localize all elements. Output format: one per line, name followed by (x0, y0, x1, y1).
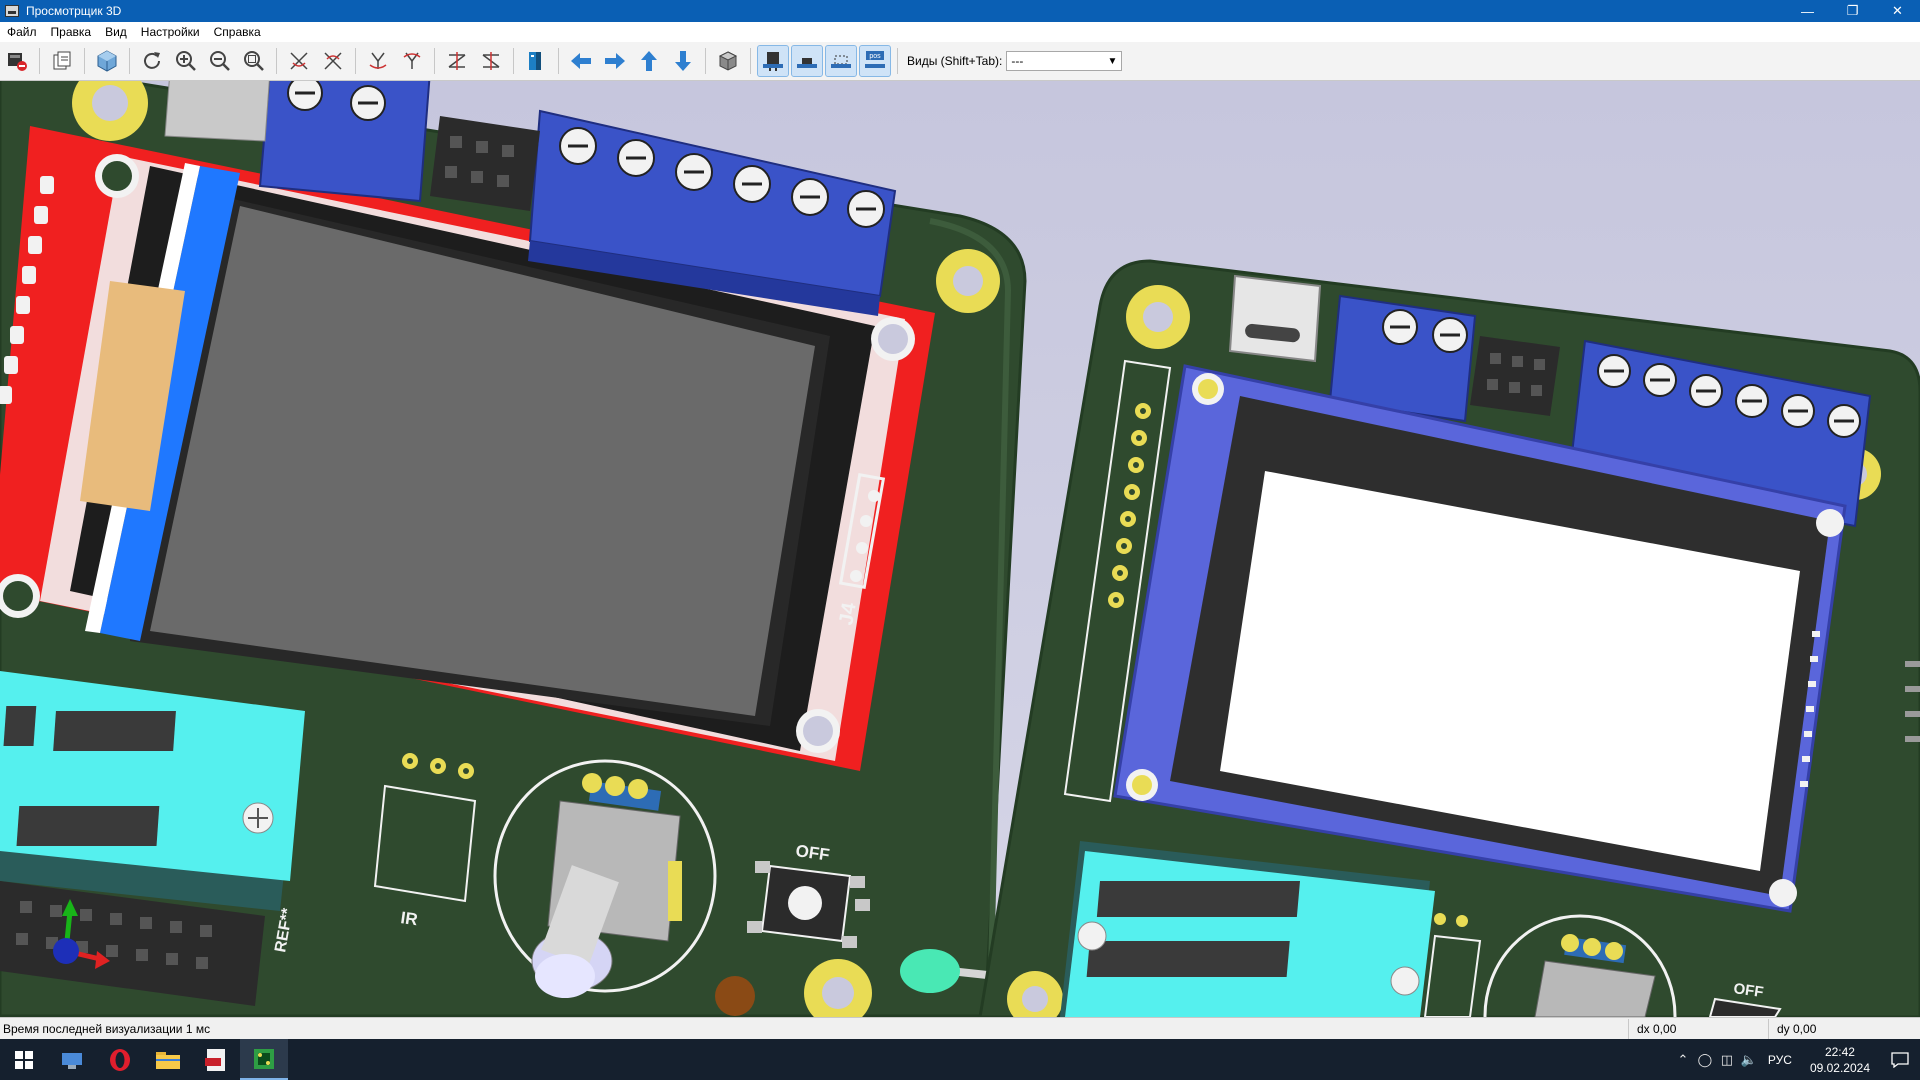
network-icon[interactable]: ◫ (1716, 1039, 1738, 1080)
restore-button[interactable]: ❐ (1830, 0, 1875, 22)
rotate-y-ccw-icon[interactable] (397, 46, 427, 76)
clock-date: 09.02.2024 (1809, 1060, 1870, 1075)
reload-board-icon[interactable] (2, 46, 32, 76)
zif-socket-left (0, 671, 305, 911)
zoom-fit-icon[interactable] (239, 46, 269, 76)
window-title: Просмотрщик 3D (26, 4, 122, 18)
ir-label: IR (399, 908, 418, 929)
clock[interactable]: 22:42 09.02.2024 (1800, 1044, 1880, 1076)
menu-edit[interactable]: Правка (44, 25, 99, 39)
mounting-hole (1126, 285, 1190, 349)
system-tray: ⌃ ◯ ◫ 🔈 РУС 22:42 09.02.2024 (1672, 1039, 1920, 1080)
rotate-x-ccw-icon[interactable] (318, 46, 348, 76)
opera-browser-icon[interactable] (96, 1039, 144, 1080)
views-dropdown-value: --- (1011, 54, 1024, 68)
pan-up-icon[interactable] (634, 46, 664, 76)
taskbar: ⌃ ◯ ◫ 🔈 РУС 22:42 09.02.2024 (0, 1039, 1920, 1080)
zoom-in-icon[interactable] (171, 46, 201, 76)
app-icon (5, 5, 19, 17)
usb-connector (164, 81, 270, 142)
render-options-icon[interactable] (92, 46, 122, 76)
menu-file[interactable]: Файл (0, 25, 44, 39)
clock-time: 22:42 (1824, 1044, 1855, 1059)
language-indicator[interactable]: РУС (1760, 1053, 1800, 1067)
status-message: Время последней визуализации 1 мс (3, 1021, 211, 1036)
pin-header-right (1470, 336, 1560, 416)
meet-now-icon[interactable]: ◯ (1694, 1039, 1716, 1080)
rotate-y-cw-icon[interactable] (363, 46, 393, 76)
chevron-down-icon: ▼ (1107, 55, 1118, 67)
title-bar: Просмотрщик 3D — ❐ ✕ (0, 0, 1920, 22)
rotate-z-ccw-icon[interactable] (476, 46, 506, 76)
copy-image-icon[interactable] (47, 46, 77, 76)
status-bar: Время последней визуализации 1 мс dx 0,0… (0, 1017, 1920, 1039)
notification-icon[interactable] (1880, 1039, 1920, 1080)
show-smd-models-icon[interactable] (791, 45, 823, 77)
rotate-x-cw-icon[interactable] (284, 46, 314, 76)
volume-icon[interactable]: 🔈 (1738, 1039, 1760, 1080)
kicad-pcb-icon[interactable] (240, 1039, 288, 1080)
pdf-reader-icon[interactable] (192, 1039, 240, 1080)
pin-header (430, 116, 540, 211)
pcb-board-right: OFF (978, 259, 1920, 1017)
explorer-user-icon[interactable] (48, 1039, 96, 1080)
rotate-z-cw-icon[interactable] (442, 46, 472, 76)
views-label: Виды (Shift+Tab): (907, 54, 1003, 68)
toolbar: pos Виды (Shift+Tab): --- ▼ (0, 42, 1920, 81)
window-controls: — ❐ ✕ (1785, 0, 1920, 22)
status-dy: dy 0,00 (1768, 1018, 1920, 1039)
show-tht-models-icon[interactable] (757, 45, 789, 77)
pan-left-icon[interactable] (566, 46, 596, 76)
pos-icon-label: pos (869, 53, 881, 60)
usb-c-connector (1228, 274, 1322, 363)
zoom-out-icon[interactable] (205, 46, 235, 76)
file-explorer-icon[interactable] (144, 1039, 192, 1080)
status-dx: dx 0,00 (1628, 1018, 1768, 1039)
pcb-board-left: J4 REF** IR OFF (0, 81, 1091, 1017)
views-dropdown[interactable]: --- ▼ (1006, 51, 1123, 71)
menu-help[interactable]: Справка (207, 25, 268, 39)
redraw-icon[interactable] (137, 46, 167, 76)
flip-board-icon[interactable] (521, 46, 551, 76)
mounting-hole (936, 249, 1000, 313)
pan-down-icon[interactable] (668, 46, 698, 76)
pan-right-icon[interactable] (600, 46, 630, 76)
minimize-button[interactable]: — (1785, 0, 1830, 22)
show-pos-file-models-icon[interactable]: pos (859, 45, 891, 77)
chevron-up-icon[interactable]: ⌃ (1672, 1039, 1694, 1080)
3d-viewport[interactable]: J4 REF** IR OFF OFF (0, 81, 1920, 1017)
menu-view[interactable]: Вид (98, 25, 134, 39)
windows-start-icon[interactable] (0, 1039, 48, 1080)
close-button[interactable]: ✕ (1875, 0, 1920, 22)
orthographic-toggle-icon[interactable] (713, 46, 743, 76)
menu-bar: Файл Правка Вид Настройки Справка (0, 22, 1920, 42)
menu-settings[interactable]: Настройки (134, 25, 207, 39)
show-virtual-models-icon[interactable] (825, 45, 857, 77)
